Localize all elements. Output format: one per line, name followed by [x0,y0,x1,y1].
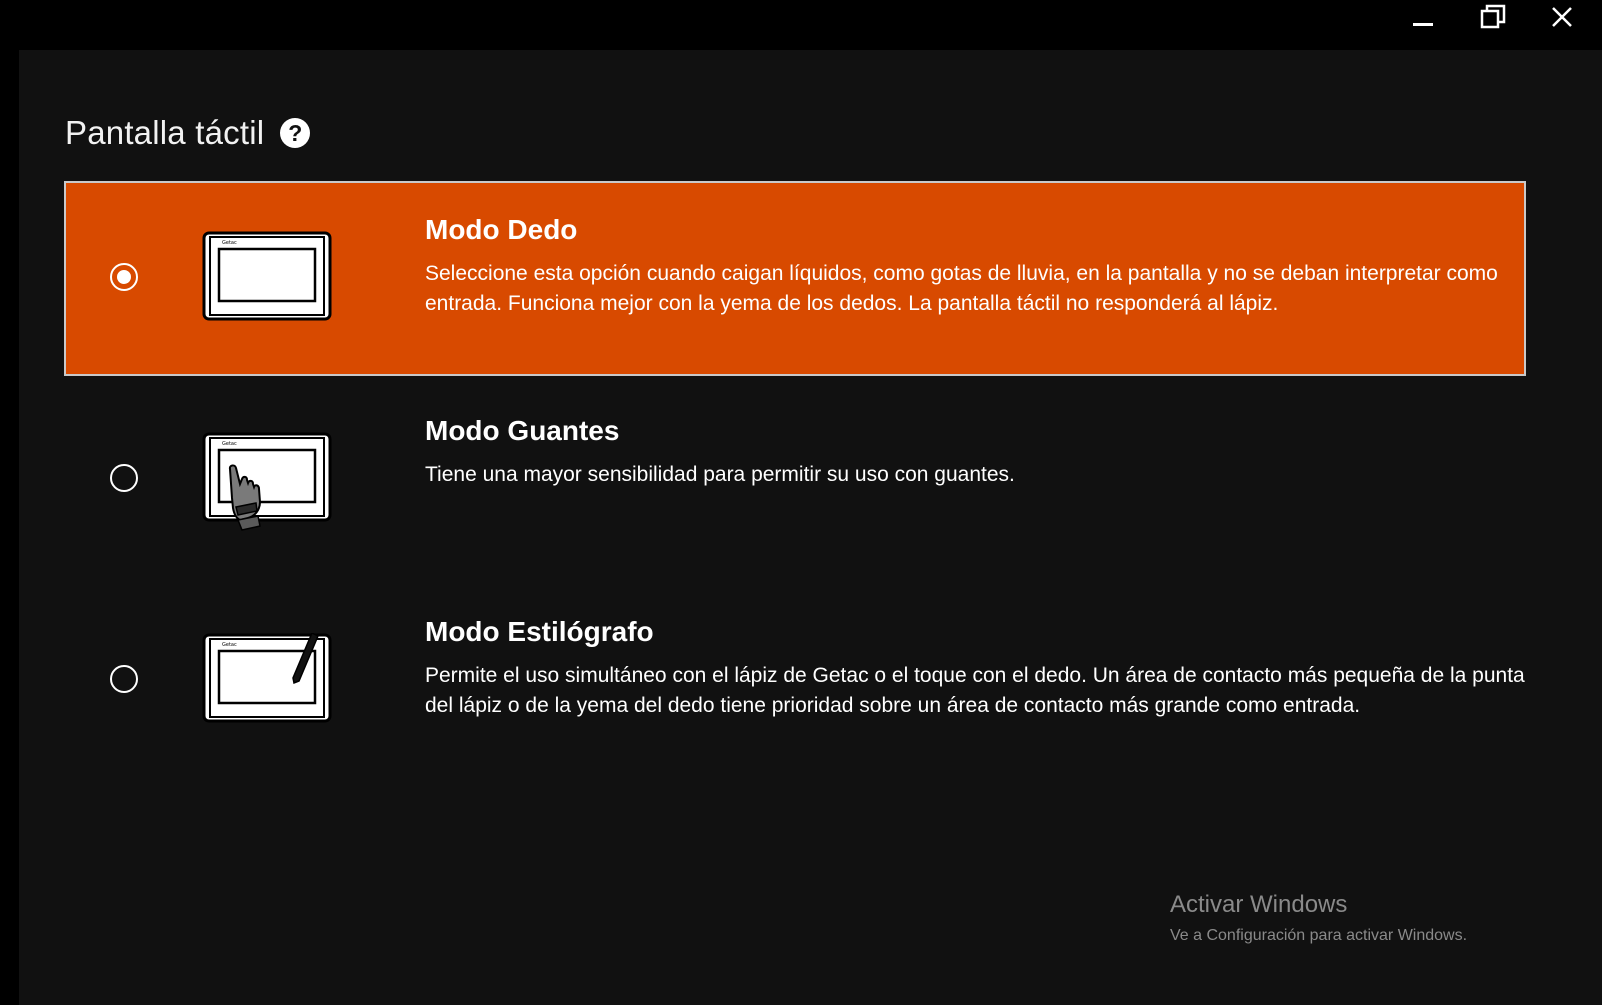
option-stylus-mode[interactable]: Getac Modo Estilógrafo Permite el uso si… [64,583,1526,778]
close-icon [1552,7,1572,27]
watermark-subtitle: Ve a Configuración para activar Windows. [1170,927,1468,944]
close-button[interactable] [1528,0,1596,34]
tablet-glove-icon: Getac [202,432,332,531]
main-content: Pantalla táctil ? Getac Modo Dedo Selecc… [19,50,1602,1005]
option-title: Modo Dedo [425,214,578,245]
restore-icon [1480,4,1506,29]
option-description: Tiene una mayor sensibilidad para permit… [425,463,1015,486]
restore-button[interactable] [1459,0,1527,34]
radio-selected-dot [117,270,131,284]
radio-stylus-mode[interactable] [110,665,138,693]
device-brand-label: Getac [222,642,237,648]
minimize-icon [1413,23,1433,26]
activation-watermark: Activar Windows Ve a Configuración para … [1170,890,1467,948]
option-description: Permite el uso simultáneo con el lápiz d… [425,664,1525,717]
minimize-button[interactable] [1389,0,1457,34]
radio-finger-mode[interactable] [110,263,138,291]
option-glove-mode[interactable]: Getac Modo Guantes Tiene una mayor sensi… [64,382,1526,577]
option-finger-mode[interactable]: Getac Modo Dedo Seleccione esta opción c… [64,181,1526,376]
title-bar [0,0,1602,50]
tablet-pen-icon: Getac [202,633,332,723]
page-title: Pantalla táctil [65,114,265,151]
option-title: Modo Guantes [425,415,620,446]
watermark-title: Activar Windows [1170,891,1348,918]
device-brand-label: Getac [222,240,237,246]
device-brand-label: Getac [222,441,237,447]
option-title: Modo Estilógrafo [425,616,654,647]
help-icon[interactable]: ? [280,118,311,148]
page-header: Pantalla táctil ? [65,114,311,152]
tablet-icon: Getac [202,231,332,321]
radio-glove-mode[interactable] [110,464,138,492]
option-description: Seleccione esta opción cuando caigan líq… [425,262,1498,315]
app-window: Pantalla táctil ? Getac Modo Dedo Selecc… [0,0,1602,1005]
